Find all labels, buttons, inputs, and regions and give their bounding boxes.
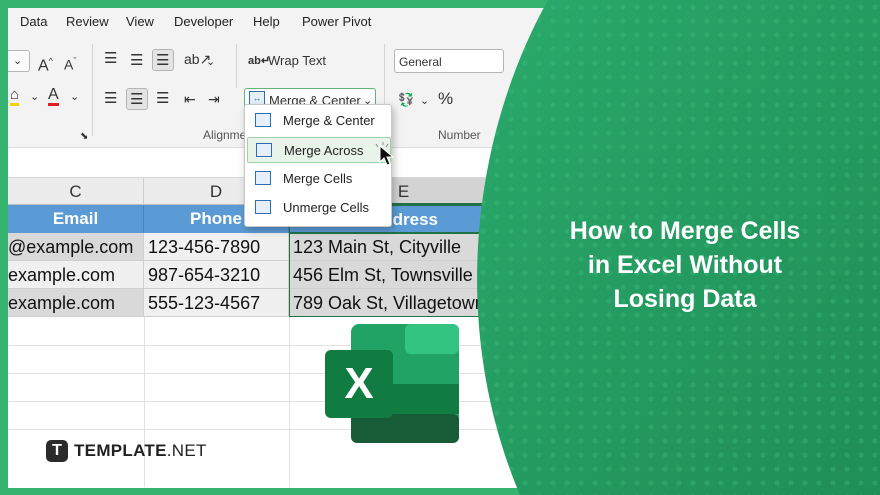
header-cell-email[interactable]: Email [8,205,144,233]
cell-email-3[interactable]: example.com [8,289,144,317]
template-logo-icon: T [46,440,68,462]
align-right-icon[interactable]: ☰ [156,90,169,108]
wrap-text-label[interactable]: Wrap Text [268,52,326,70]
fill-color-icon[interactable]: ⌂ [10,86,20,106]
menu-bar: Data Review View Developer Help Power Pi… [8,8,872,36]
font-size-dropdown[interactable]: ⌄ [8,50,30,72]
merge-center-icon [255,113,271,127]
cell-email-2[interactable]: example.com [8,261,144,289]
column-header-c[interactable]: C [8,178,144,205]
merge-cells-icon [255,171,271,185]
selection-outline [289,233,519,317]
ribbon: ⌄ A^ Aˇ ⌂ ⌄ A ⌄ ☰ ☰ ☰ ab↗ ⌄ ☰ ☰ ☰ ⇤ ⇥ ab… [8,36,872,148]
align-bottom-icon: ☰ [156,52,170,69]
number-format-select[interactable]: General [394,49,504,73]
align-center-icon: ☰ [130,91,144,108]
mouse-cursor-icon [375,142,395,166]
ribbon-separator [236,44,237,88]
menu-item-merge-center[interactable]: Merge & Center [247,108,391,134]
menu-item-label: Merge & Center [283,113,375,128]
brand-name-suffix: .NET [166,441,207,460]
align-center-button[interactable]: ☰ [126,88,148,110]
menu-item-merge-cells[interactable]: Merge Cells [247,166,391,192]
page-title: How to Merge Cells in Excel Without Losi… [520,214,850,316]
ribbon-separator [92,44,93,136]
cell-phone-3[interactable]: 555-123-4567 [144,289,289,317]
menu-item-merge-across[interactable]: Merge Across [247,137,395,166]
align-middle-icon[interactable]: ☰ [130,52,143,70]
excel-logo-letter: X [344,359,374,408]
align-top-icon[interactable]: ☰ [104,50,117,68]
chevron-down-icon[interactable]: ⌄ [30,88,39,106]
number-group-label: Number [438,128,481,142]
brand-name: TEMPLATE.NET [74,440,207,462]
number-format-value: General [399,55,442,69]
chevron-down-icon: ⌄ [13,55,23,67]
grid-line [289,317,290,487]
brand-name-main: TEMPLATE [74,441,167,460]
percent-style-icon[interactable]: % [438,90,453,108]
wrap-text-icon[interactable]: ab↵ [248,52,270,70]
merge-dropdown-menu: Merge & Center Merge Across Merge Cells … [244,104,395,227]
title-line: Losing Data [613,285,757,313]
unmerge-cells-icon [255,200,271,214]
accounting-format-icon[interactable]: 💱 [398,91,414,109]
menu-item-label: Merge Cells [283,171,353,186]
dialog-launcher-icon[interactable]: ⬊ [80,128,88,146]
tab-power-pivot[interactable]: Power Pivot [302,14,371,29]
cell-phone-1[interactable]: 123-456-7890 [144,233,289,261]
formula-bar-area [8,148,872,178]
tab-developer[interactable]: Developer [174,14,233,29]
chevron-down-icon[interactable]: ⌄ [70,88,79,106]
tab-help[interactable]: Help [253,14,280,29]
tab-review[interactable]: Review [66,14,109,29]
align-left-icon[interactable]: ☰ [104,90,117,108]
font-color-icon[interactable]: A [48,86,59,106]
tab-view[interactable]: View [126,14,154,29]
menu-item-label: Unmerge Cells [283,200,369,215]
chevron-down-icon[interactable]: ⌄ [206,53,215,71]
cell-email-1[interactable]: @example.com [8,233,144,261]
menu-item-unmerge-cells[interactable]: Unmerge Cells [247,195,391,221]
cell-phone-2[interactable]: 987-654-3210 [144,261,289,289]
tab-data[interactable]: Data [20,14,47,29]
decrease-font-icon[interactable]: Aˇ [64,52,76,74]
title-line: in Excel Without [587,251,783,279]
chevron-down-icon[interactable]: ⌄ [420,92,429,110]
align-bottom-button[interactable]: ☰ [152,49,174,71]
merge-across-icon [256,143,272,157]
title-line: How to Merge Cells [569,217,801,245]
increase-indent-icon[interactable]: ⇥ [208,90,220,108]
menu-item-label: Merge Across [284,143,364,158]
increase-font-icon[interactable]: A^ [38,52,53,75]
decrease-indent-icon[interactable]: ⇤ [184,90,196,108]
